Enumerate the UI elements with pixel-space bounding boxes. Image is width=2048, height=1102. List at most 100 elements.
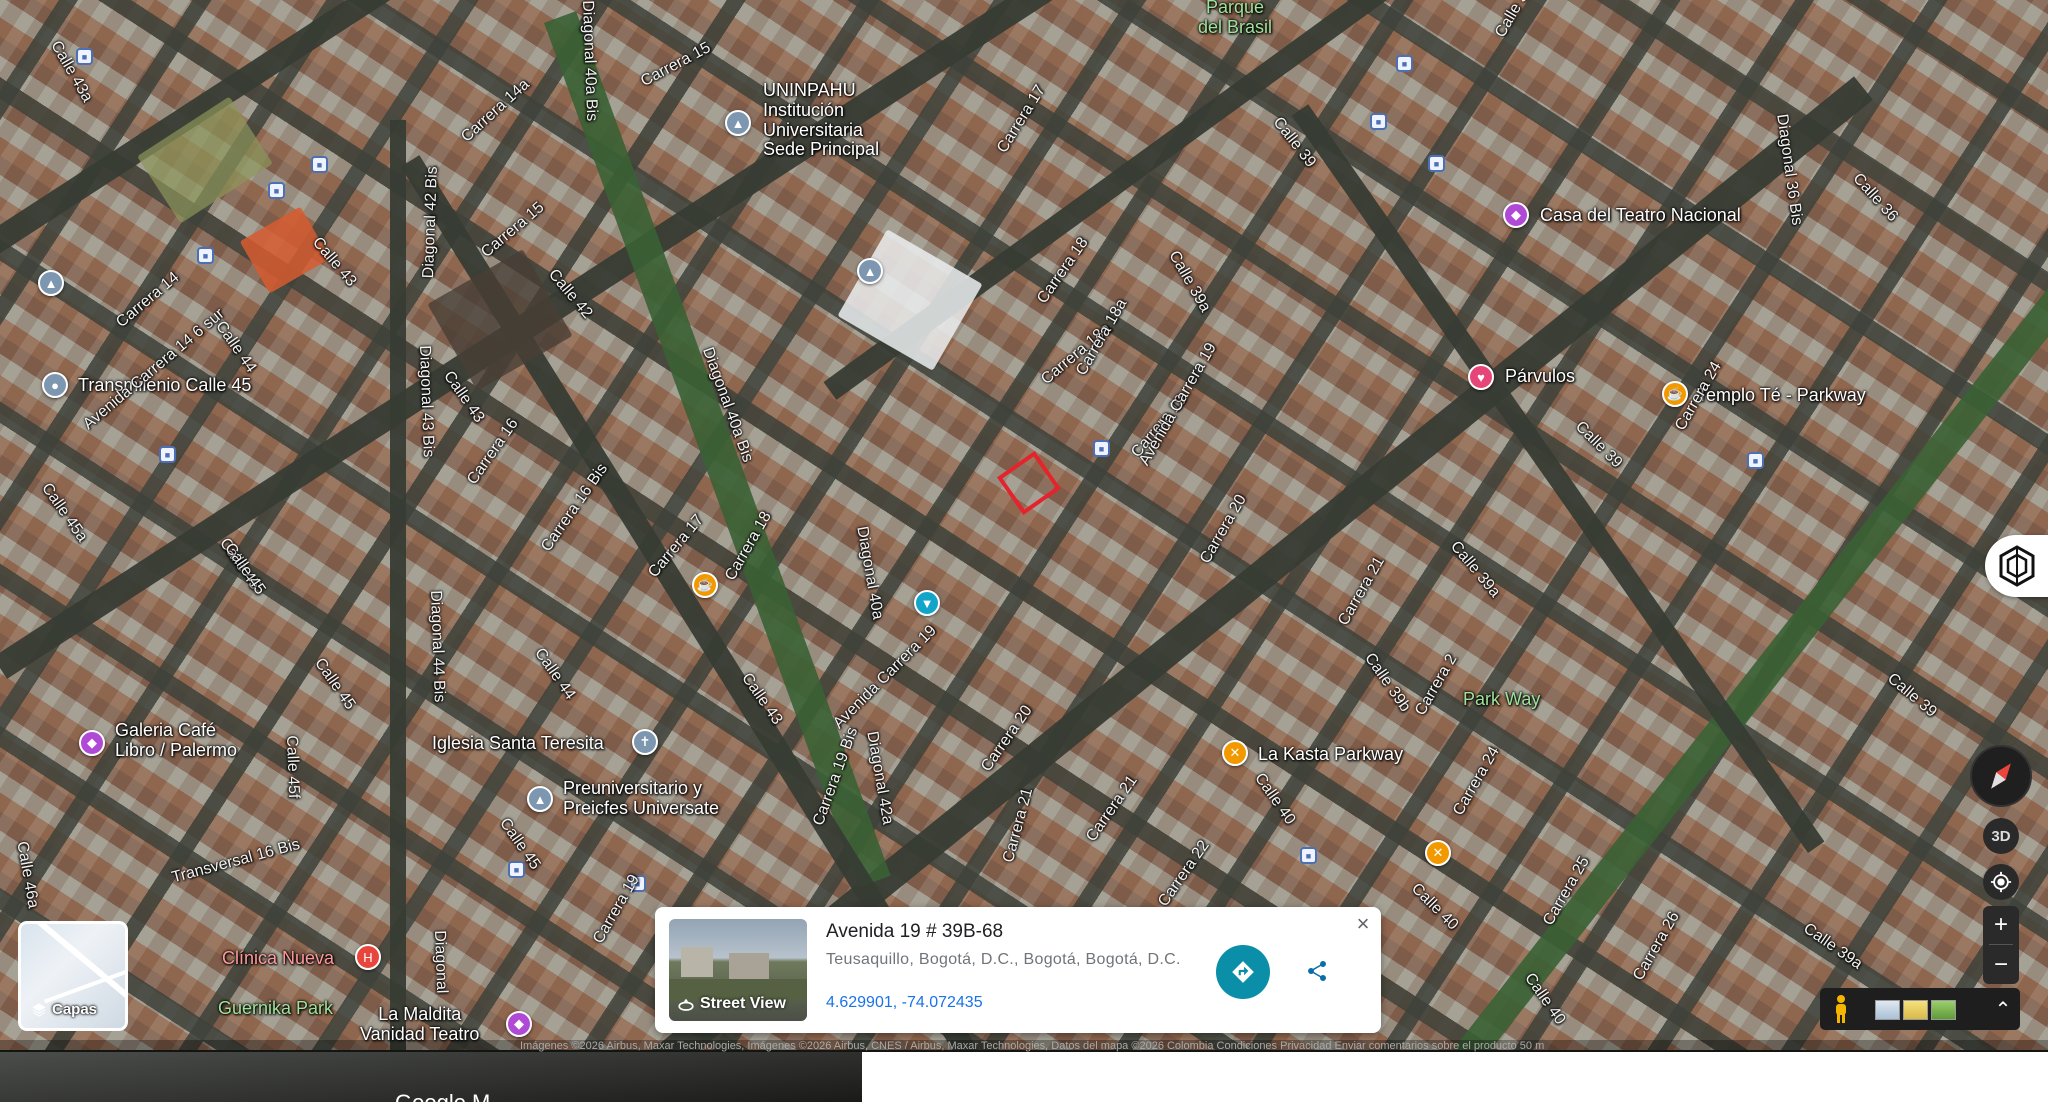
- poi-label-templo-te[interactable]: Templo Té - Parkway: [1697, 385, 1866, 406]
- theater-icon[interactable]: ◆: [1503, 202, 1529, 228]
- lower-preview-text: Google M: [395, 1090, 490, 1102]
- street-label: Carrera 24: [1450, 743, 1503, 819]
- layers-button[interactable]: Capas: [18, 921, 128, 1031]
- bus-stop-icon[interactable]: ■: [1428, 155, 1445, 172]
- my-location-icon: [1990, 871, 2012, 893]
- street-label: Diagonal: [431, 930, 451, 994]
- close-icon[interactable]: ×: [1352, 913, 1374, 935]
- poi-label-preuniversitario[interactable]: Preuniversitario y Preicfes Universate: [563, 778, 719, 819]
- street-label: Diagonal 43 Bis: [416, 345, 437, 458]
- street-label: Calle 39a: [1165, 248, 1214, 316]
- imagery-thumbnail[interactable]: [1875, 1000, 1900, 1020]
- pegman-icon[interactable]: [1830, 994, 1852, 1024]
- transit-station-icon[interactable]: ●: [42, 372, 68, 398]
- bus-stop-icon[interactable]: ■: [1093, 440, 1110, 457]
- cafe-icon[interactable]: ☕: [692, 572, 718, 598]
- poi-label-la-kasta[interactable]: La Kasta Parkway: [1258, 744, 1403, 765]
- bus-stop-icon[interactable]: ■: [1747, 452, 1764, 469]
- zoom-out-button[interactable]: −: [1983, 946, 2019, 984]
- bus-stop-icon[interactable]: ■: [76, 48, 93, 65]
- heart-icon[interactable]: ♥: [1468, 364, 1494, 390]
- street-label: Calle 40: [1407, 880, 1462, 934]
- poi-label-la-maldita[interactable]: La Maldita Vanidad Teatro: [360, 1004, 479, 1045]
- selected-location-marker: [996, 450, 1062, 516]
- street-label: Calle 45a: [38, 480, 91, 546]
- restaurant-icon[interactable]: ✕: [1425, 840, 1451, 866]
- layers-label: Capas: [52, 1001, 98, 1018]
- poi-label-park-way[interactable]: Park Way: [1463, 689, 1540, 710]
- bus-stop-icon[interactable]: ■: [268, 182, 285, 199]
- bus-stop-icon[interactable]: ■: [159, 446, 176, 463]
- street-label: Carrera 15: [638, 39, 714, 91]
- zoom-divider: [1989, 944, 2013, 945]
- university-icon[interactable]: ▲: [38, 270, 64, 296]
- street-label: Carrera 2: [1412, 651, 1461, 719]
- street-label: Carrera 14a: [458, 75, 533, 146]
- directions-button[interactable]: [1216, 945, 1270, 999]
- bus-stop-icon[interactable]: ■: [1396, 55, 1413, 72]
- street-label: Calle 44: [531, 645, 579, 703]
- theater-icon[interactable]: ◆: [506, 1011, 532, 1037]
- poi-label-guernika[interactable]: Guernika Park: [218, 998, 333, 1019]
- poi-label-casa-teatro[interactable]: Casa del Teatro Nacional: [1540, 205, 1741, 226]
- zoom-in-button[interactable]: +: [1983, 906, 2019, 944]
- imagery-thumbnail[interactable]: [1903, 1000, 1928, 1020]
- street-label: Diagonal 42a: [863, 730, 897, 826]
- bus-stop-icon[interactable]: ■: [1300, 847, 1317, 864]
- bookmark-icon[interactable]: ▼: [914, 590, 940, 616]
- compass-icon: [1991, 763, 2011, 789]
- poi-label-galeria-cafe[interactable]: Galeria Café Libro / Palermo: [115, 720, 237, 761]
- street-view-label-wrap: Street View: [677, 995, 786, 1013]
- street-label: Carrera 21: [1083, 772, 1141, 845]
- street-label: Carrera 22: [1155, 837, 1213, 910]
- street-label: Avenida Carrera 19: [1136, 340, 1220, 469]
- imagery-thumbnail[interactable]: [1931, 1000, 1956, 1020]
- expand-chevron-icon[interactable]: ⌃: [1990, 994, 2016, 1024]
- street-label: Calle 39: [1571, 418, 1626, 472]
- street-label: Carrera 14: [113, 268, 183, 332]
- poi-label-parque-brasil[interactable]: Parque del Brasil: [1198, 0, 1272, 38]
- street-label: Avenida Carrera 19: [830, 622, 940, 733]
- compass-button[interactable]: [1970, 745, 2032, 807]
- my-location-button[interactable]: [1983, 864, 2019, 900]
- map-attribution: Imágenes ©2026 Airbus, Maxar Technologie…: [0, 1040, 2048, 1052]
- university-icon[interactable]: ▲: [857, 258, 883, 284]
- university-icon[interactable]: ▲: [725, 110, 751, 136]
- bottom-tray: ⌃: [1820, 988, 2020, 1030]
- lower-blank-panel: [862, 1052, 2048, 1102]
- zoom-control: + −: [1983, 906, 2019, 984]
- 3d-toggle-button[interactable]: 3D: [1983, 818, 2019, 854]
- poi-label-iglesia[interactable]: Iglesia Santa Teresita: [432, 733, 604, 754]
- street-view-icon: [678, 998, 694, 1011]
- street-label: Diagonal 40a Bis: [579, 0, 601, 122]
- university-icon[interactable]: ▲: [527, 786, 553, 812]
- church-icon[interactable]: ✝: [632, 729, 658, 755]
- street-label: Calle 39: [1884, 670, 1940, 721]
- street-label: Diagonal 42 Bis: [420, 165, 441, 279]
- share-button[interactable]: [1299, 953, 1335, 989]
- hospital-icon[interactable]: H: [355, 944, 381, 970]
- hexagon-ar-button[interactable]: [1985, 535, 2048, 597]
- poi-label-clinica[interactable]: Clínica Nueva: [222, 948, 334, 969]
- street-label: Carrera 17: [994, 82, 1049, 157]
- layers-label-wrap: Capas: [31, 1001, 97, 1018]
- street-view-thumbnail[interactable]: Street View: [669, 919, 807, 1021]
- poi-label-transmilenio[interactable]: Transmilenio Calle 45: [78, 375, 251, 396]
- bus-stop-icon[interactable]: ■: [311, 156, 328, 173]
- street-label: Carrera 16 Bis: [538, 460, 612, 555]
- theater-icon[interactable]: ◆: [79, 730, 105, 756]
- street-label: Diagonal 44 Bis: [427, 590, 448, 703]
- poi-label-parvulos[interactable]: Párvulos: [1505, 366, 1575, 387]
- directions-icon: [1232, 961, 1254, 983]
- street-label: Calle 40: [1251, 770, 1299, 828]
- place-title: Avenida 19 # 39B-68: [826, 921, 1004, 942]
- bus-stop-icon[interactable]: ■: [1370, 113, 1387, 130]
- satellite-map[interactable]: ■ ■ ■ ■ ■ ■ ■ ■ ■ ■ ■ ■ ■ ▲ ▲ ▲ ● ◆ ♥ ☕ …: [0, 0, 2048, 1050]
- street-label: Calle 46a: [13, 840, 42, 910]
- street-label: Carrera 26: [1630, 908, 1683, 984]
- poi-label-uninpahu[interactable]: UNINPAHU Institución Universitaria Sede …: [763, 80, 879, 160]
- street-label: Calle 39a: [1800, 920, 1866, 973]
- bus-stop-icon[interactable]: ■: [197, 247, 214, 264]
- restaurant-icon[interactable]: ✕: [1222, 740, 1248, 766]
- place-coordinates[interactable]: 4.629901, -74.072435: [826, 994, 983, 1012]
